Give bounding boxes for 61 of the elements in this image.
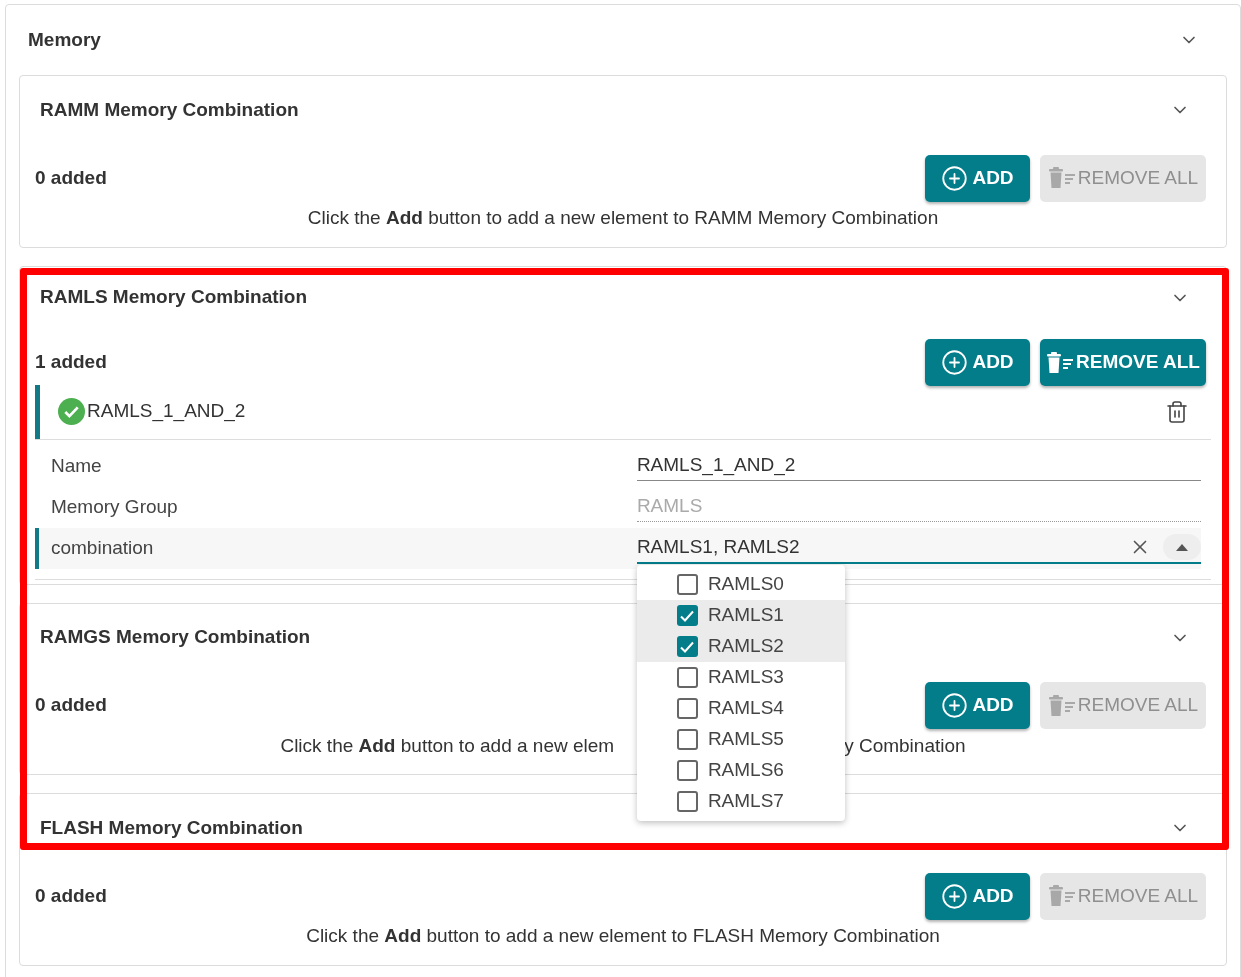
group-title: RAMGS Memory Combination bbox=[40, 625, 311, 650]
trash-list-icon bbox=[1047, 694, 1076, 717]
hint-text: Click the Add button to add a new element to FLASH Memory Combination bbox=[306, 924, 940, 948]
checkbox[interactable] bbox=[676, 667, 698, 688]
trash-list-icon bbox=[1047, 167, 1076, 189]
added-count: 1 added bbox=[35, 350, 107, 375]
add-button[interactable]: ADD bbox=[925, 872, 1030, 920]
checkbox[interactable] bbox=[676, 574, 698, 595]
checkbox[interactable] bbox=[676, 760, 698, 781]
group-title: RAMLS Memory Combination bbox=[40, 285, 308, 310]
toggle-button[interactable] bbox=[1163, 534, 1201, 560]
plus-icon bbox=[941, 164, 969, 192]
option-item[interactable]: RAMLS7 bbox=[636, 786, 845, 817]
checkbox[interactable] bbox=[676, 791, 698, 812]
option-item[interactable]: RAMLS6 bbox=[636, 755, 845, 786]
delete-icon[interactable] bbox=[1165, 398, 1189, 425]
option-item[interactable]: RAMLS1 bbox=[636, 600, 845, 631]
item-name: RAMLS_1_AND_2 bbox=[87, 399, 247, 424]
added-count: 0 added bbox=[35, 883, 107, 908]
trash-list-icon bbox=[1046, 351, 1075, 374]
checkbox[interactable] bbox=[676, 636, 698, 657]
add-button[interactable]: ADD bbox=[925, 154, 1030, 202]
hint-text: Click the Add button to add a new element to RAMM Memory Combination bbox=[307, 206, 939, 230]
option-item[interactable]: RAMLS5 bbox=[636, 724, 845, 755]
option-label: RAMLS7 bbox=[707, 789, 784, 814]
add-button[interactable]: ADD bbox=[925, 682, 1030, 729]
added-count: 0 added bbox=[35, 693, 107, 718]
added-count: 0 added bbox=[35, 165, 107, 190]
memory-group-field: RAMLS bbox=[636, 492, 1201, 522]
checkbox[interactable] bbox=[676, 605, 698, 626]
option-item[interactable]: RAMLS0 bbox=[636, 569, 845, 600]
remove-all-button[interactable]: REMOVE ALL bbox=[1040, 339, 1206, 386]
field-label: combination bbox=[49, 535, 155, 560]
option-item[interactable]: RAMLS3 bbox=[636, 662, 845, 693]
plus-icon bbox=[941, 692, 969, 719]
option-label: RAMLS2 bbox=[707, 634, 784, 659]
plus-icon bbox=[941, 349, 969, 376]
group-title: FLASH Memory Combination bbox=[40, 815, 303, 840]
option-item[interactable]: RAMLS4 bbox=[636, 693, 845, 724]
combination-select[interactable]: RAMLS1, RAMLS2 bbox=[636, 532, 1201, 564]
check-circle-icon bbox=[58, 398, 85, 425]
section-title: Memory bbox=[28, 27, 101, 52]
field-label: Memory Group bbox=[49, 494, 179, 519]
option-label: RAMLS3 bbox=[707, 665, 784, 690]
add-button[interactable]: ADD bbox=[925, 339, 1030, 386]
caret-icon bbox=[1176, 543, 1188, 551]
group-title: RAMM Memory Combination bbox=[40, 97, 299, 122]
option-item[interactable]: RAMLS2 bbox=[636, 631, 845, 662]
hint-text: y Combination bbox=[844, 733, 966, 758]
option-label: RAMLS1 bbox=[707, 603, 784, 628]
option-label: RAMLS6 bbox=[707, 758, 784, 783]
option-label: RAMLS4 bbox=[707, 696, 784, 721]
checkbox[interactable] bbox=[676, 698, 698, 719]
hint-text: Click the Add button to add a new elem bbox=[280, 733, 615, 758]
option-label: RAMLS0 bbox=[707, 572, 784, 597]
plus-icon bbox=[941, 882, 969, 910]
trash-list-icon bbox=[1047, 885, 1076, 907]
field-label: Name bbox=[49, 453, 103, 478]
name-field[interactable]: RAMLS_1_AND_2 bbox=[636, 451, 1201, 481]
checkbox[interactable] bbox=[676, 729, 698, 750]
option-label: RAMLS5 bbox=[707, 727, 784, 752]
